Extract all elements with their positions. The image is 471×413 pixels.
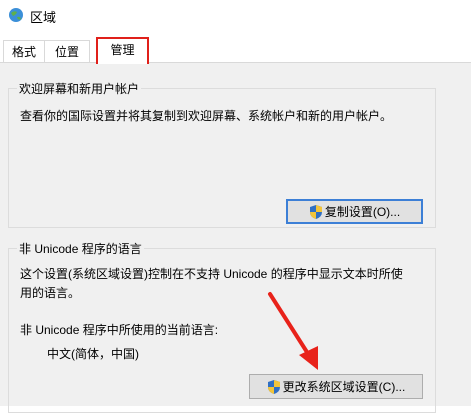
non-unicode-group: 非 Unicode 程序的语言 这个设置(系统区域设置)控制在不支持 Unico… bbox=[8, 240, 436, 413]
change-system-locale-button[interactable]: 更改系统区域设置(C)... bbox=[249, 374, 423, 399]
group-legend: 欢迎屏幕和新用户帐户 bbox=[17, 80, 142, 97]
admin-panel: 欢迎屏幕和新用户帐户 查看你的国际设置并将其复制到欢迎屏幕、系统帐户和新的用户帐… bbox=[0, 62, 471, 413]
tab-bar: 格式 位置 管理 bbox=[0, 37, 471, 64]
tab-format[interactable]: 格式 bbox=[3, 40, 45, 62]
copy-settings-button[interactable]: 复制设置(O)... bbox=[286, 199, 423, 224]
current-language-value: 中文(简体，中国) bbox=[47, 347, 139, 361]
non-unicode-description-line1: 这个设置(系统区域设置)控制在不支持 Unicode 的程序中显示文本时所使 bbox=[20, 267, 403, 281]
shield-icon bbox=[267, 379, 280, 394]
window-title: 区域 bbox=[30, 10, 57, 25]
welcome-description: 查看你的国际设置并将其复制到欢迎屏幕、系统帐户和新的用户帐户。 bbox=[20, 109, 393, 123]
title-bar: 区域 bbox=[0, 0, 471, 30]
group-legend: 非 Unicode 程序的语言 bbox=[17, 240, 144, 257]
change-system-locale-label: 更改系统区域设置(C)... bbox=[282, 380, 406, 394]
globe-icon bbox=[9, 8, 23, 22]
welcome-screen-group: 欢迎屏幕和新用户帐户 查看你的国际设置并将其复制到欢迎屏幕、系统帐户和新的用户帐… bbox=[8, 80, 436, 228]
tab-location[interactable]: 位置 bbox=[44, 40, 90, 62]
non-unicode-description-line2: 用的语言。 bbox=[20, 286, 81, 300]
tab-admin[interactable]: 管理 bbox=[96, 37, 149, 64]
copy-settings-label: 复制设置(O)... bbox=[324, 205, 401, 219]
current-language-label: 非 Unicode 程序中所使用的当前语言: bbox=[20, 323, 219, 337]
shield-icon bbox=[309, 204, 322, 219]
